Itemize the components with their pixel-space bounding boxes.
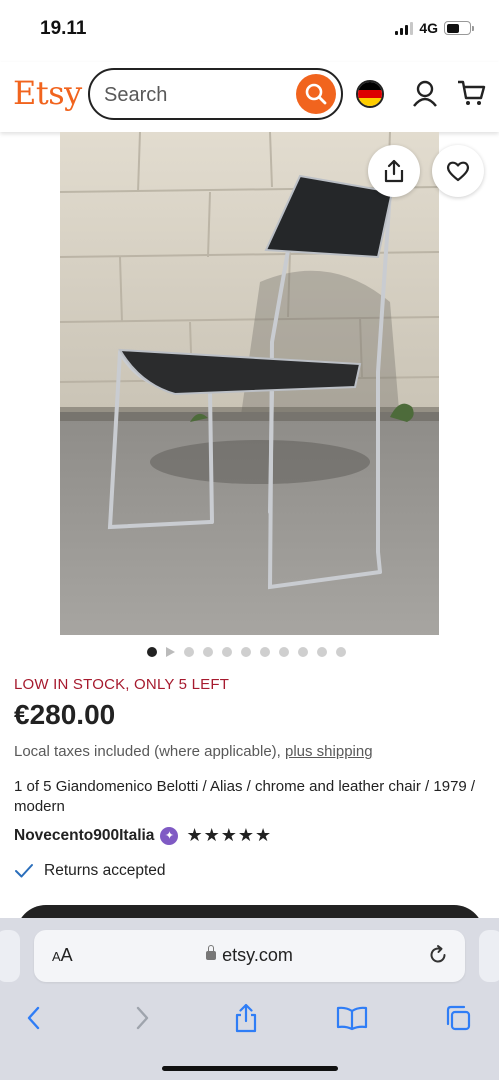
carousel-dot[interactable] — [298, 647, 308, 657]
status-time: 19.11 — [40, 18, 87, 39]
status-bar: 19.11 4G — [0, 0, 499, 62]
tabs-icon — [446, 1005, 471, 1031]
search-input[interactable] — [104, 82, 289, 108]
forward-button[interactable] — [122, 996, 162, 1040]
browser-bottom-bar: AA etsy.com — [0, 918, 499, 1080]
product-title: 1 of 5 Giandomenico Belotti / Alias / ch… — [14, 778, 476, 815]
cart-icon[interactable] — [456, 78, 486, 113]
taxes-text: Local taxes included (where applicable), — [14, 743, 285, 760]
carousel-dots — [147, 647, 346, 657]
carousel-dot[interactable] — [147, 647, 157, 657]
browser-toolbar — [0, 996, 499, 1040]
shop-name-link[interactable]: Novecento900Italia — [14, 827, 154, 845]
reload-icon[interactable] — [427, 944, 449, 971]
germany-flag-icon[interactable] — [356, 80, 384, 108]
share-button[interactable] — [368, 145, 420, 197]
heart-icon — [446, 161, 470, 182]
etsy-logo[interactable]: Etsy — [13, 74, 82, 112]
tabs-button[interactable] — [438, 996, 478, 1040]
returns-text: Returns accepted — [44, 862, 166, 879]
carousel-dot[interactable] — [203, 647, 213, 657]
checkmark-icon — [15, 864, 33, 878]
bookmarks-icon — [336, 1006, 368, 1031]
carousel-dot[interactable] — [279, 647, 289, 657]
carousel-dot[interactable] — [260, 647, 270, 657]
product-price: €280.00 — [14, 699, 116, 730]
forward-icon — [136, 1006, 149, 1030]
carousel-dot[interactable] — [184, 647, 194, 657]
taxes-note: Local taxes included (where applicable),… — [14, 743, 373, 760]
product-image[interactable] — [60, 132, 439, 635]
rating-stars[interactable]: ★★★★★ — [186, 825, 272, 846]
site-header: Etsy — [0, 62, 499, 132]
back-icon — [27, 1006, 40, 1030]
carousel-dot[interactable] — [222, 647, 232, 657]
signal-icon — [395, 21, 414, 35]
favorite-button[interactable] — [432, 145, 484, 197]
back-button[interactable] — [14, 996, 54, 1040]
shipping-link[interactable]: plus shipping — [285, 743, 373, 760]
play-icon[interactable] — [166, 647, 175, 657]
share-icon — [384, 159, 404, 183]
bookmarks-button[interactable] — [332, 996, 372, 1040]
lock-icon — [206, 945, 217, 960]
share-icon — [235, 1003, 257, 1033]
chair-photo — [60, 132, 439, 635]
search-button[interactable] — [296, 74, 336, 114]
search-icon — [305, 83, 327, 105]
stock-notice: LOW IN STOCK, ONLY 5 LEFT — [14, 676, 230, 693]
star-seller-badge-icon: ✦ — [160, 826, 179, 845]
shop-row: Novecento900Italia ✦ ★★★★★ — [14, 825, 272, 846]
url-display[interactable]: etsy.com — [34, 945, 465, 966]
carousel-dot[interactable] — [241, 647, 251, 657]
previous-tab-peek[interactable] — [0, 930, 20, 982]
network-label: 4G — [419, 20, 438, 36]
home-indicator[interactable] — [162, 1066, 338, 1071]
status-indicators: 4G — [395, 20, 474, 36]
user-icon[interactable] — [410, 78, 440, 113]
returns-row: Returns accepted — [14, 862, 166, 880]
search-bar[interactable] — [88, 68, 343, 120]
next-tab-peek[interactable] — [479, 930, 499, 982]
address-bar[interactable]: AA etsy.com — [34, 930, 465, 982]
carousel-dot[interactable] — [336, 647, 346, 657]
url-text: etsy.com — [222, 945, 293, 965]
battery-icon — [444, 21, 474, 35]
carousel-dot[interactable] — [317, 647, 327, 657]
browser-share-button[interactable] — [226, 996, 266, 1040]
